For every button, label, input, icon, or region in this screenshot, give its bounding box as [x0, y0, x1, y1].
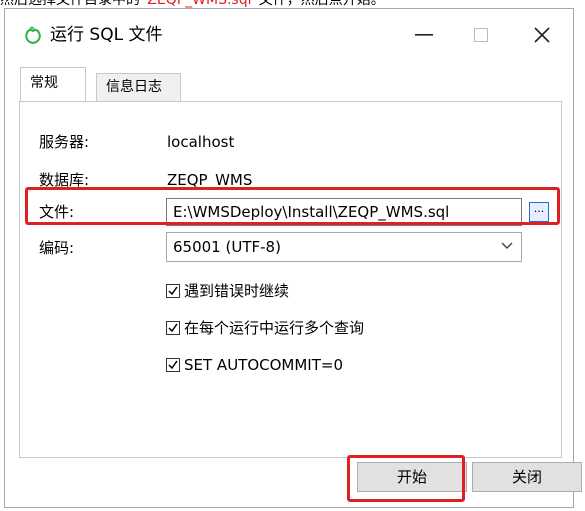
- autocommit-checkbox[interactable]: SET AUTOCOMMIT=0: [166, 355, 343, 375]
- tab-general[interactable]: 常规: [20, 67, 86, 101]
- minimize-button[interactable]: [409, 21, 439, 49]
- maximize-button[interactable]: [466, 21, 496, 49]
- title-bar: 运行 SQL 文件: [5, 9, 573, 59]
- checkbox-label: 遇到错误时继续: [184, 282, 290, 300]
- maximize-icon: [474, 28, 488, 42]
- server-value: localhost: [167, 133, 235, 151]
- checkbox-box: [166, 321, 180, 335]
- file-path-input[interactable]: E:\WMSDeploy\Install\ZEQP_WMS.sql: [166, 198, 522, 226]
- close-icon: [534, 27, 550, 43]
- chevron-down-icon: [501, 242, 513, 249]
- tab-message-log[interactable]: 信息日志: [96, 73, 181, 101]
- checkbox-box: [166, 358, 180, 372]
- server-label: 服务器:: [39, 133, 90, 151]
- checkbox-label: SET AUTOCOMMIT=0: [184, 356, 344, 374]
- multiple-queries-checkbox[interactable]: 在每个运行中运行多个查询: [166, 318, 364, 338]
- file-label: 文件:: [39, 203, 75, 221]
- instruction-prefix: 然后选择文件目录中的: [0, 0, 140, 8]
- check-icon: [168, 286, 178, 296]
- encoding-value: 65001 (UTF-8): [173, 238, 281, 256]
- database-label: 数据库:: [39, 171, 90, 189]
- instruction-highlight: “ZEQP_WMS.sql”: [140, 0, 259, 8]
- encoding-select[interactable]: 65001 (UTF-8): [166, 232, 522, 262]
- start-button[interactable]: 开始: [357, 462, 467, 492]
- close-window-button[interactable]: [527, 21, 557, 49]
- check-icon: [168, 323, 178, 333]
- check-icon: [168, 360, 178, 370]
- app-logo-icon: [25, 26, 41, 45]
- window-title: 运行 SQL 文件: [50, 25, 163, 45]
- minimize-icon: [415, 34, 433, 36]
- checkbox-box: [166, 284, 180, 298]
- browse-file-button[interactable]: ...: [529, 202, 549, 222]
- close-button[interactable]: 关闭: [472, 462, 582, 492]
- continue-on-error-checkbox[interactable]: 遇到错误时继续: [166, 281, 289, 301]
- encoding-label: 编码:: [39, 239, 75, 257]
- instruction-suffix: 文件，然后点开始。: [258, 0, 385, 8]
- checkbox-label: 在每个运行中运行多个查询: [184, 319, 365, 337]
- run-sql-file-dialog: 运行 SQL 文件 常规 信息日志 服务器: localhost 数据库: ZE…: [4, 8, 582, 508]
- database-value: ZEQP_WMS: [167, 171, 253, 189]
- general-panel: 服务器: localhost 数据库: ZEQP_WMS 文件: E:\WMSD…: [19, 101, 562, 458]
